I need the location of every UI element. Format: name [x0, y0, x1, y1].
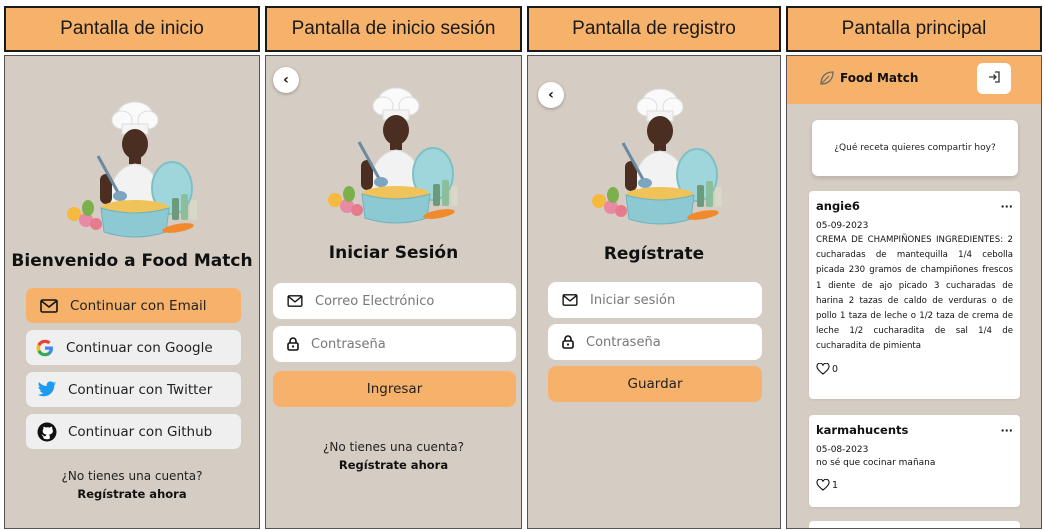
no-account-text: ¿No tienes una cuenta?	[61, 469, 203, 483]
more-options-icon[interactable]: ···	[1000, 424, 1013, 437]
logout-button[interactable]	[977, 63, 1011, 94]
screen-register: ‹ Regístrate Iniciar sesión Contraseña G…	[527, 55, 781, 529]
compose-prompt[interactable]: ¿Qué receta quieres compartir hoy?	[812, 120, 1018, 176]
no-account-text: ¿No tienes una cuenta?	[323, 440, 464, 454]
continue-github-button[interactable]: Continuar con Github	[26, 414, 241, 449]
post-date: 05-08-2023	[816, 445, 869, 455]
post-text: CREMA DE CHAMPIÑONES INGREDIENTES: 2 cuc…	[816, 235, 1013, 352]
user-field[interactable]: Iniciar sesión	[548, 282, 762, 318]
save-button[interactable]: Guardar	[548, 366, 762, 402]
header-principal: Pantalla principal	[786, 6, 1042, 52]
register-link[interactable]: Regístrate ahora	[5, 487, 259, 501]
header-inicio: Pantalla de inicio	[4, 6, 260, 52]
screen-login: ‹ Iniciar Sesión Correo Electrónico Cont…	[265, 55, 522, 529]
like-count: 0	[832, 363, 839, 375]
password-field[interactable]: Contraseña	[548, 324, 762, 360]
continue-email-button[interactable]: Continuar con Email	[26, 288, 241, 323]
chevron-left-icon: ‹	[283, 72, 289, 88]
post-card: karmahucents ··· 05-08-2023 no sé que co…	[809, 415, 1020, 507]
logout-icon	[987, 69, 1001, 88]
back-button[interactable]: ‹	[538, 82, 564, 108]
post-username: angie6	[816, 199, 860, 213]
post-username: karmahucents	[816, 423, 909, 437]
mail-icon	[562, 294, 578, 306]
app-name: Food Match	[840, 71, 919, 85]
post-card-partial	[809, 521, 1020, 528]
welcome-title: Bienvenido a Food Match	[11, 251, 253, 271]
email-field[interactable]: Correo Electrónico	[273, 283, 516, 319]
google-icon	[34, 338, 56, 358]
heart-icon[interactable]	[816, 360, 830, 379]
github-icon	[36, 422, 58, 442]
lock-icon	[287, 337, 299, 351]
heart-icon[interactable]	[816, 476, 830, 495]
chef-illustration	[65, 100, 199, 239]
mail-icon	[287, 295, 303, 307]
chevron-left-icon: ‹	[548, 87, 554, 103]
password-field[interactable]: Contraseña	[273, 326, 516, 362]
chef-illustration	[326, 86, 460, 225]
login-title: Iniciar Sesión	[328, 243, 459, 263]
back-button[interactable]: ‹	[273, 67, 299, 93]
register-link[interactable]: Regístrate ahora	[266, 458, 521, 472]
login-button[interactable]: Ingresar	[273, 371, 516, 407]
like-count: 1	[832, 480, 839, 491]
lock-icon	[562, 335, 574, 349]
header-inicio-sesion: Pantalla de inicio sesión	[265, 6, 522, 52]
continue-twitter-button[interactable]: Continuar con Twitter	[26, 372, 241, 407]
post-card: angie6 ··· 05-09-2023 CREMA DE CHAMPIÑON…	[809, 191, 1020, 399]
post-text: no sé que cocinar mañana	[816, 458, 936, 468]
mail-icon	[38, 298, 60, 313]
header-registro: Pantalla de registro	[527, 6, 781, 52]
twitter-icon	[36, 381, 58, 398]
leaf-icon	[819, 70, 835, 90]
register-title: Regístrate	[603, 244, 705, 264]
app-bar: Food Match	[787, 56, 1041, 104]
screen-main: Food Match ¿Qué receta quieres compartir…	[786, 55, 1042, 529]
more-options-icon[interactable]: ···	[1000, 200, 1013, 213]
continue-google-button[interactable]: Continuar con Google	[26, 330, 241, 365]
post-date: 05-09-2023	[816, 221, 869, 231]
chef-illustration	[590, 87, 724, 226]
screen-welcome: Bienvenido a Food Match Continuar con Em…	[4, 55, 260, 529]
